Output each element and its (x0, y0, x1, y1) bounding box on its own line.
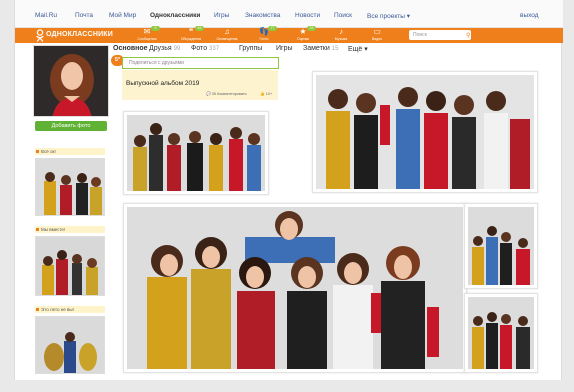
album-likes[interactable]: 👍 10+ (260, 91, 272, 96)
nav-notifications[interactable]: ♫ Оповещения (214, 28, 240, 43)
tab-main[interactable]: Основное (113, 45, 148, 52)
toplink-odnoklassniki[interactable]: Одноклассники (150, 12, 200, 19)
tab-count: 337 (209, 46, 220, 52)
site-header: ОДНОКЛАССНИКИ ✉ 5 Сообщения ❝ 46 Обсужде… (15, 26, 563, 43)
sidebar-photo-image (36, 317, 104, 373)
nav-discussions[interactable]: ❝ 46 Обсуждения (178, 26, 204, 43)
guests-badge: 77 (268, 26, 277, 31)
tab-photos[interactable]: Фото 337 (191, 45, 219, 52)
nav-ratings[interactable]: ★ 33 Оценки (290, 26, 316, 43)
photo-frame (468, 297, 534, 369)
sidebar-photo-image (36, 159, 104, 215)
toplink-mailru[interactable]: Mail.Ru (35, 12, 57, 19)
toplink-search[interactable]: Поиск (334, 12, 352, 19)
page: Mail.Ru Почта Мой Мир Одноклассники Игры… (14, 0, 563, 380)
tab-friends[interactable]: Друзья 99 (149, 45, 180, 52)
photo-frame (468, 207, 534, 285)
toplink-games[interactable]: Игры (214, 12, 229, 19)
mailru-topbar: Mail.Ru Почта Мой Мир Одноклассники Игры… (15, 0, 563, 28)
tab-count: 15 (331, 46, 339, 52)
nav-label: Обсуждения (180, 37, 202, 41)
album-photo-1[interactable] (123, 111, 269, 195)
tab-notes[interactable]: Заметки 15 (303, 45, 338, 52)
nav-label: Сообщения (137, 37, 157, 41)
nav-music[interactable]: ♪ Музыка (328, 28, 354, 43)
toplink-mail[interactable]: Почта (75, 12, 93, 19)
tab-label: Заметки (303, 45, 330, 52)
album-photo-3[interactable] (123, 203, 467, 373)
ok-logo-icon[interactable] (35, 29, 45, 42)
music-icon: ♪ (339, 27, 343, 36)
nav-label: Гости (259, 37, 269, 41)
photo-frame (127, 207, 463, 369)
nav-label: Оценки (296, 37, 310, 41)
photo-frame (127, 115, 265, 191)
avatar-photo (34, 46, 108, 116)
sidebar-photo-3[interactable] (35, 316, 105, 374)
group-photo-image (127, 115, 265, 191)
album-photo-4[interactable] (464, 203, 538, 289)
album-photo-2[interactable] (312, 71, 538, 193)
toplink-dating[interactable]: Знакомства (245, 12, 280, 19)
nav-label: Оповещения (216, 37, 238, 41)
logo-text[interactable]: ОДНОКЛАССНИКИ (46, 31, 113, 38)
tab-count: 99 (173, 46, 181, 52)
logout-link[interactable]: выход (520, 12, 539, 19)
tab-label: Друзья (149, 45, 172, 52)
nav-messages[interactable]: ✉ 5 Сообщения (134, 26, 160, 43)
photo-frame (316, 75, 534, 189)
messages-badge: 5 (151, 26, 160, 31)
sidebar-photo-1[interactable] (35, 158, 105, 216)
comments-label: 35 Комментировать (211, 92, 247, 96)
sidebar-photo-2[interactable] (35, 236, 105, 296)
ratings-badge: 33 (307, 26, 316, 31)
tab-label: Фото (191, 45, 208, 52)
nav-label: Музыка (334, 37, 348, 41)
sidebar-heading-3[interactable]: Это лето не вы! (35, 306, 105, 313)
album-card[interactable]: Выпускной альбом 2019 💬 35 Комментироват… (122, 70, 278, 100)
search-icon[interactable]: ⚲ (466, 32, 470, 39)
group-photo-image (316, 75, 534, 189)
group-photo-image (468, 297, 534, 369)
sidebar-photo-image (36, 237, 104, 295)
album-title[interactable]: Выпускной альбом 2019 (126, 80, 199, 87)
album-comments[interactable]: 💬 35 Комментировать (206, 91, 247, 96)
search-input[interactable]: Поиск (409, 30, 471, 40)
toplink-news[interactable]: Новости (295, 12, 320, 19)
nav-video[interactable]: ▭ Видео (364, 28, 390, 43)
share-input[interactable]: Поделиться с друзьями (122, 57, 279, 69)
sidebar-heading-1[interactable]: Всё ок! (35, 148, 105, 155)
group-photo-image (468, 207, 534, 285)
bell-icon: ♫ (224, 27, 230, 36)
album-photo-5[interactable] (464, 293, 538, 373)
nav-label: Видео (371, 37, 383, 41)
likes-count: 10+ (265, 92, 273, 96)
nav-guests[interactable]: 👣 77 Гости (251, 26, 277, 43)
toplink-all-projects[interactable]: Все проекты ▾ (367, 12, 410, 20)
tab-groups[interactable]: Группы (239, 45, 262, 52)
sidebar-heading-2[interactable]: Мы вместе! (35, 226, 105, 233)
tab-more[interactable]: Ещё ▾ (348, 45, 368, 53)
video-icon: ▭ (373, 27, 381, 36)
discussions-badge: 46 (195, 26, 204, 31)
toplink-myworld[interactable]: Мой Мир (109, 12, 136, 19)
tab-games[interactable]: Игры (276, 45, 293, 52)
add-photo-button[interactable]: Добавить фото (35, 121, 107, 131)
group-photo-image (127, 207, 463, 369)
avatar[interactable] (33, 45, 109, 117)
